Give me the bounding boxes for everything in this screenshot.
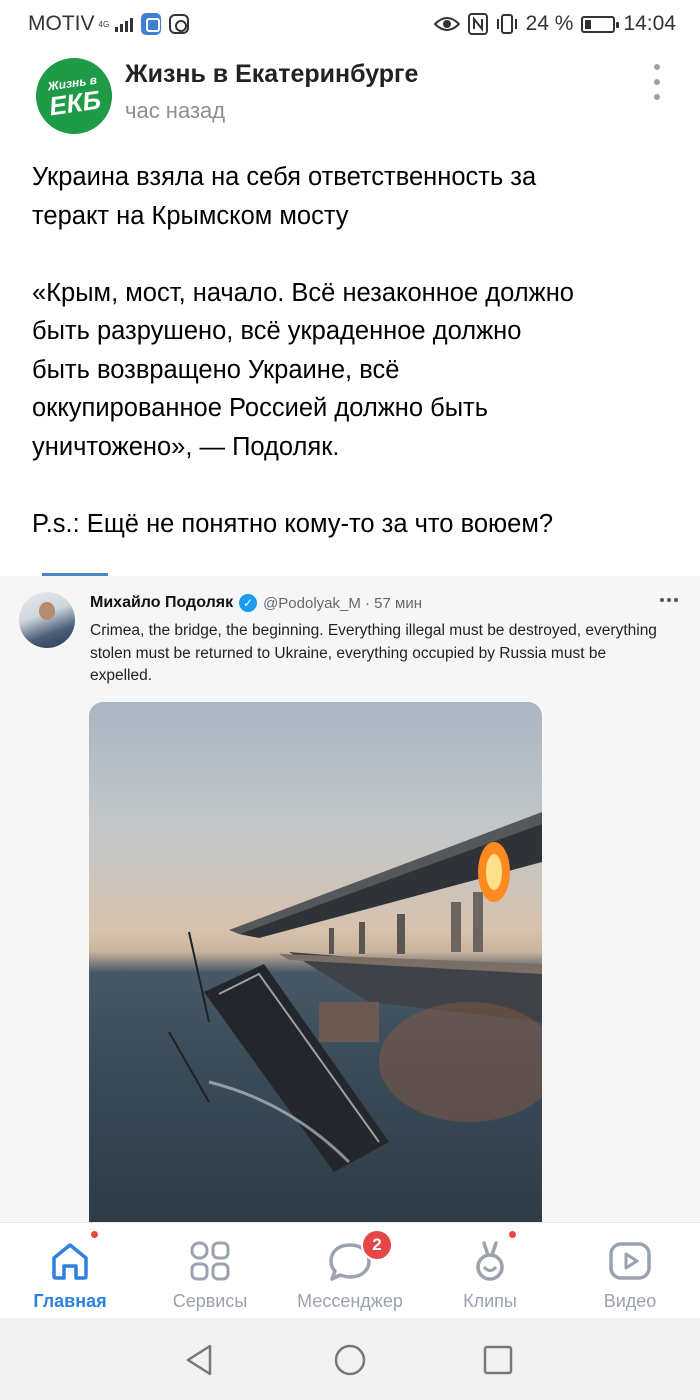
tab-label: Клипы (463, 1291, 517, 1311)
notification-dot (507, 1229, 518, 1240)
tweet-author-name: Михайло Подоляк (90, 594, 234, 611)
notification-dot (89, 1229, 100, 1240)
battery-level (585, 19, 592, 29)
group-name[interactable]: Жизнь в Екатеринбурге (125, 60, 418, 89)
vibrate-icon (496, 14, 517, 34)
home-circle-icon[interactable] (330, 1340, 370, 1380)
recents-icon[interactable] (478, 1340, 518, 1380)
status-left: MOTIV 4G (28, 10, 190, 38)
tweet-screenshot[interactable]: Михайло Подоляк ✓ @Podolyak_M · 57 мин C… (0, 576, 700, 1222)
group-avatar-text-bottom: ЕКБ (47, 83, 103, 121)
battery-icon (581, 15, 620, 33)
tweet-author-avatar (19, 592, 75, 648)
tab-label: Главная (33, 1291, 107, 1311)
back-icon[interactable] (180, 1340, 220, 1380)
services-icon (190, 1241, 230, 1281)
bridge-photo-illustration (168, 812, 542, 1172)
tweet-header: Михайло Подоляк ✓ @Podolyak_M · 57 мин (90, 594, 422, 612)
tweet-text: Crimea, the bridge, the beginning. Every… (90, 622, 657, 684)
post-paragraph: «Крым, мост, начало. Всё незаконное долж… (32, 278, 574, 461)
home-icon (52, 1243, 88, 1280)
tab-clips[interactable]: Клипы (420, 1223, 560, 1319)
more-options-icon[interactable] (648, 64, 666, 100)
tab-video[interactable]: Видео (560, 1223, 700, 1319)
eye-icon (433, 17, 460, 31)
post-time: час назад (125, 98, 226, 123)
unread-badge: 2 (361, 1229, 393, 1261)
tab-services[interactable]: Сервисы (140, 1223, 280, 1319)
tweet-more-icon (660, 598, 678, 602)
status-bar: MOTIV 4G 24 % 14:04 (0, 0, 700, 48)
battery-percent: 24 % (525, 12, 574, 35)
tab-messenger[interactable]: 2 Мессенджер (280, 1223, 420, 1319)
post-text: Украина взяла на себя ответственность за… (32, 158, 682, 543)
verified-icon: ✓ (239, 594, 258, 612)
bottom-tab-bar: Главная Сервисы 2 Мессенджер Клипы Видео (0, 1222, 700, 1318)
system-nav-bar (0, 1318, 700, 1400)
signal-icon (115, 16, 134, 32)
tab-label: Мессенджер (297, 1291, 403, 1311)
clips-icon (476, 1241, 504, 1281)
post-paragraph: P.s.: Ещё не понятно кому-то за что воюе… (32, 509, 554, 538)
network-type: 4G (98, 19, 110, 29)
bridge-photo[interactable] (89, 702, 542, 1222)
post-paragraph: Украина взяла на себя ответственность за… (32, 163, 537, 230)
shield-icon (141, 13, 162, 35)
tab-label: Видео (603, 1291, 657, 1311)
carrier-name: MOTIV (28, 12, 95, 35)
video-icon (609, 1242, 651, 1280)
clock: 14:04 (623, 12, 676, 35)
tab-label: Сервисы (172, 1291, 248, 1311)
status-right: 24 % 14:04 (433, 10, 676, 38)
group-avatar[interactable]: Жизнь в ЕКБ (31, 53, 117, 139)
tweet-handle-time: @Podolyak_M · 57 мин (263, 594, 423, 612)
nfc-icon (467, 13, 488, 35)
tab-home[interactable]: Главная (0, 1223, 140, 1319)
instagram-icon (169, 14, 190, 34)
